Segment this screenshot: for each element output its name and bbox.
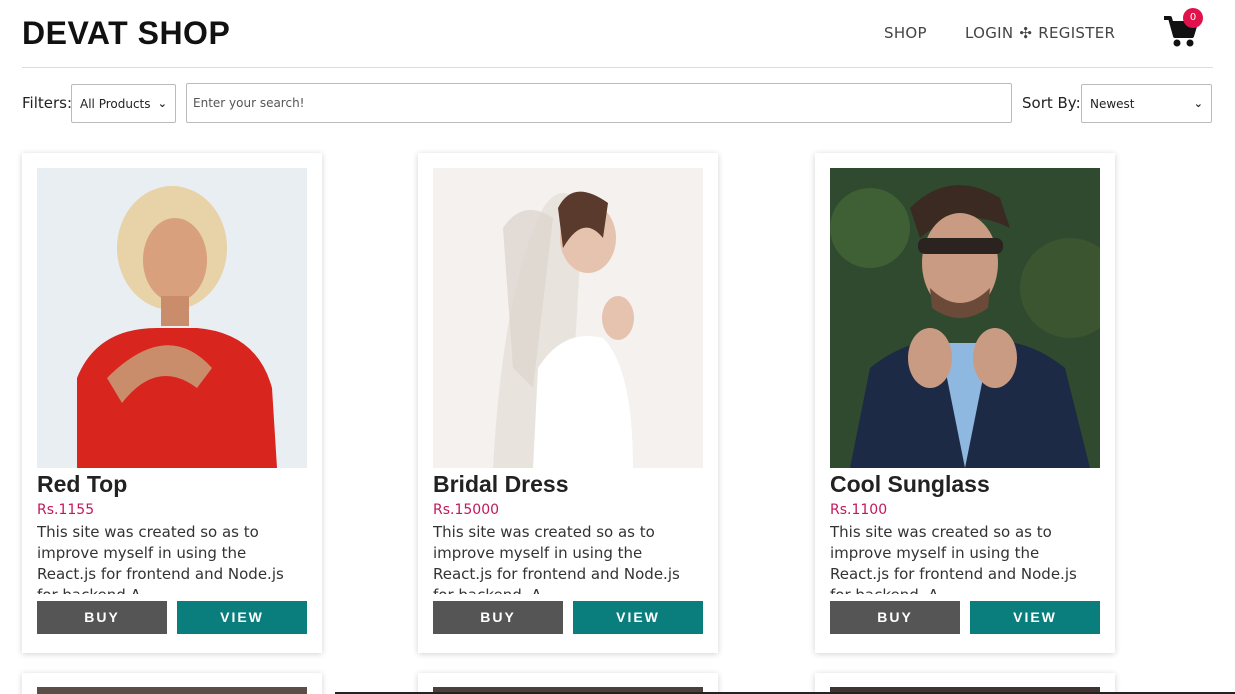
view-button[interactable]: VIEW — [573, 601, 703, 634]
product-price: Rs.1155 — [37, 502, 95, 518]
nav-register-link[interactable]: REGISTER — [1038, 24, 1115, 42]
view-button[interactable]: VIEW — [970, 601, 1100, 634]
sort-select[interactable]: Newest ⌄ — [1081, 84, 1212, 123]
nav-shop-link[interactable]: SHOP — [884, 24, 927, 42]
category-selected-value: All Products — [80, 96, 151, 111]
sort-selected-value: Newest — [1090, 96, 1135, 111]
product-card-partial — [815, 673, 1115, 694]
product-card-partial — [418, 673, 718, 694]
product-image[interactable] — [830, 168, 1100, 468]
product-title[interactable]: Red Top — [37, 471, 127, 498]
nav-login-link[interactable]: LOGIN — [965, 24, 1013, 42]
search-input[interactable] — [186, 83, 1012, 123]
brand-logo[interactable]: DEVAT SHOP — [22, 15, 230, 52]
product-description: This site was created so as to improve m… — [830, 523, 1077, 594]
sort-label: Sort By: — [1022, 94, 1081, 112]
nav-auth: LOGIN ✣ REGISTER — [965, 24, 1115, 42]
chevron-down-icon: ⌄ — [157, 97, 167, 110]
product-card-partial — [22, 673, 322, 694]
product-image[interactable] — [433, 168, 703, 468]
filters-label: Filters: — [22, 94, 73, 112]
product-title[interactable]: Cool Sunglass — [830, 471, 990, 498]
category-select[interactable]: All Products ⌄ — [71, 84, 176, 123]
buy-button[interactable]: BUY — [830, 601, 960, 634]
buy-button[interactable]: BUY — [37, 601, 167, 634]
product-image[interactable] — [37, 687, 307, 694]
product-card: Cool Sunglass Rs.1100 This site was crea… — [815, 153, 1115, 653]
product-title[interactable]: Bridal Dress — [433, 471, 569, 498]
view-button[interactable]: VIEW — [177, 601, 307, 634]
chevron-down-icon: ⌄ — [1193, 97, 1203, 110]
cart-count-badge: 0 — [1183, 8, 1203, 28]
product-card: Bridal Dress Rs.15000 This site was crea… — [418, 153, 718, 653]
buy-button[interactable]: BUY — [433, 601, 563, 634]
nav-separator: ✣ — [1019, 24, 1033, 42]
product-price: Rs.15000 — [433, 502, 500, 518]
product-card: Red Top Rs.1155 This site was created so… — [22, 153, 322, 653]
product-description: This site was created so as to improve m… — [37, 523, 284, 594]
product-image[interactable] — [37, 168, 307, 468]
product-price: Rs.1100 — [830, 502, 888, 518]
product-description: This site was created so as to improve m… — [433, 523, 680, 594]
top-header: DEVAT SHOP SHOP LOGIN ✣ REGISTER 0 — [22, 0, 1213, 68]
